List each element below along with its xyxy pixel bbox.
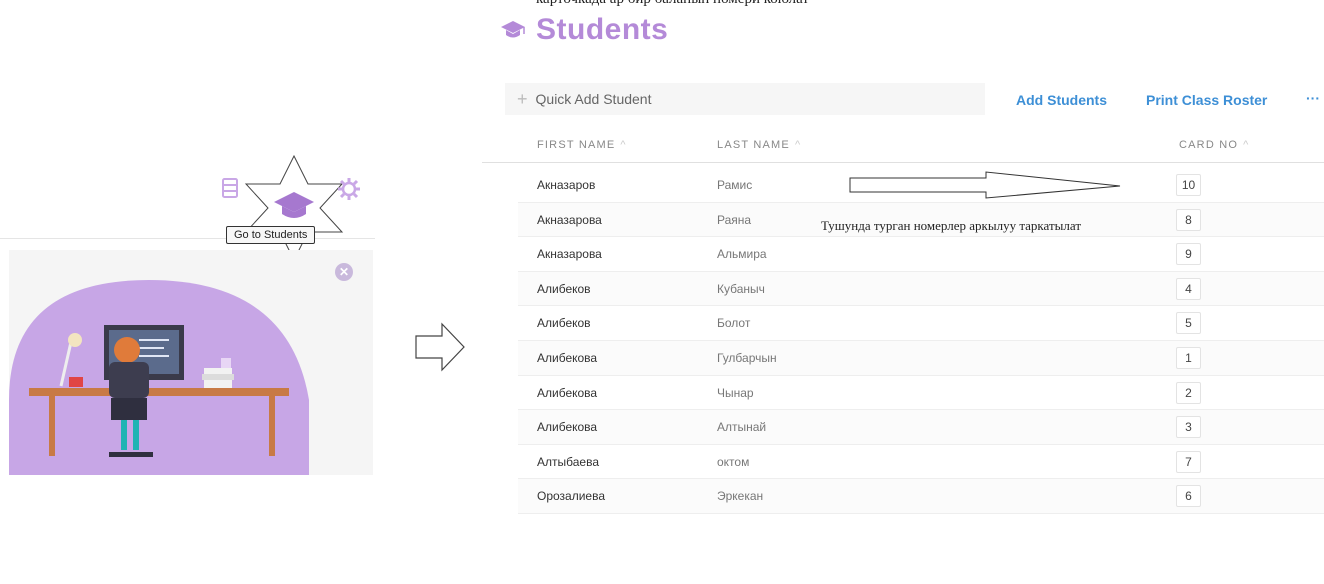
card-no-cell[interactable]: 5 xyxy=(1176,312,1201,335)
sort-icon: ^ xyxy=(620,139,627,151)
add-students-button[interactable]: Add Students xyxy=(1016,92,1107,108)
first-name-cell: Алибеков xyxy=(537,281,591,296)
column-header-card-no[interactable]: CARD NO ^ xyxy=(1179,139,1250,151)
sort-icon: ^ xyxy=(794,139,802,151)
last-name-cell: октом xyxy=(717,454,750,469)
first-name-cell: Акназарова xyxy=(537,247,602,262)
top-caption: карточкада ар бир баланын номери коюлат xyxy=(536,0,809,8)
table-row[interactable]: Алибеков Болот 5 xyxy=(518,306,1324,341)
annotation-text: Тушунда турган номерлер аркылуу таркатыл… xyxy=(821,218,1081,233)
roster-icon[interactable] xyxy=(222,178,238,203)
table-row[interactable]: Алибекова Гулбарчын 1 xyxy=(518,340,1324,376)
left-toolbar xyxy=(220,150,370,262)
last-name-cell: Гулбарчын xyxy=(717,350,777,365)
card-no-cell[interactable]: 7 xyxy=(1176,450,1201,473)
last-name-cell: Рамис xyxy=(717,178,753,192)
first-name-cell: Акназаров xyxy=(537,178,596,192)
tooltip: Go to Students xyxy=(226,226,316,244)
last-name-cell: Алтынай xyxy=(717,420,767,435)
card-no-cell[interactable]: 10 xyxy=(1176,174,1201,196)
plus-icon: + xyxy=(517,88,528,109)
first-name-cell: Алибекова xyxy=(537,350,598,365)
last-name-cell: Эркекан xyxy=(717,489,764,504)
table-row[interactable]: Алибекова Чынар 2 xyxy=(518,375,1324,411)
annotation-arrow-icon xyxy=(848,170,1128,205)
teacher-at-desk-illustration xyxy=(9,280,309,475)
quick-add-placeholder: Quick Add Student xyxy=(535,91,652,107)
print-class-roster-button[interactable]: Print Class Roster xyxy=(1146,92,1267,108)
table-row[interactable]: Акназарова Альмира 9 xyxy=(518,237,1324,272)
card-no-cell[interactable]: 3 xyxy=(1176,416,1201,439)
card-no-cell[interactable]: 1 xyxy=(1176,346,1201,369)
left-divider xyxy=(0,238,375,239)
first-name-cell: Алибеков xyxy=(537,316,591,331)
last-name-cell: Альмира xyxy=(717,247,767,262)
settings-gear-icon[interactable] xyxy=(338,178,360,205)
table-row[interactable]: Орозалиева Эркекан 6 xyxy=(518,479,1324,514)
table-row[interactable]: Алибекова Алтынай 3 xyxy=(518,410,1324,445)
first-name-cell: Алибекова xyxy=(537,420,598,435)
last-name-cell: Болот xyxy=(717,316,751,331)
quick-add-input[interactable]: + Quick Add Student xyxy=(505,83,985,115)
last-name-cell: Раяна xyxy=(717,212,752,227)
first-name-cell: Алибекова xyxy=(537,385,598,400)
card-no-cell[interactable]: 2 xyxy=(1176,381,1201,404)
first-name-cell: Акназарова xyxy=(537,212,602,227)
last-name-cell: Чынар xyxy=(717,385,754,400)
table-row[interactable]: Алибеков Кубаныч 4 xyxy=(518,271,1324,307)
graduation-cap-icon xyxy=(501,21,525,38)
more-options-button[interactable]: ··· xyxy=(1306,90,1320,106)
last-name-cell: Кубаныч xyxy=(717,281,765,296)
header-divider xyxy=(482,162,1324,163)
card-no-cell[interactable]: 6 xyxy=(1176,485,1201,508)
sort-icon: ^ xyxy=(1243,139,1250,151)
card-no-cell[interactable]: 4 xyxy=(1176,277,1201,300)
card-no-cell[interactable]: 8 xyxy=(1176,208,1201,231)
column-header-last-name[interactable]: LAST NAME ^ xyxy=(717,139,801,151)
right-arrow-icon xyxy=(414,322,466,377)
page-title: Students xyxy=(500,10,668,50)
first-name-cell: Алтыбаева xyxy=(537,454,599,469)
table-row[interactable]: Алтыбаева октом 7 xyxy=(518,444,1324,480)
card-no-cell[interactable]: 9 xyxy=(1176,243,1201,266)
page-title-text: Students xyxy=(536,13,669,46)
first-name-cell: Орозалиева xyxy=(537,489,606,504)
column-header-first-name[interactable]: FIRST NAME ^ xyxy=(537,139,627,151)
close-icon[interactable]: ✕ xyxy=(335,263,353,281)
promo-card xyxy=(9,250,373,475)
